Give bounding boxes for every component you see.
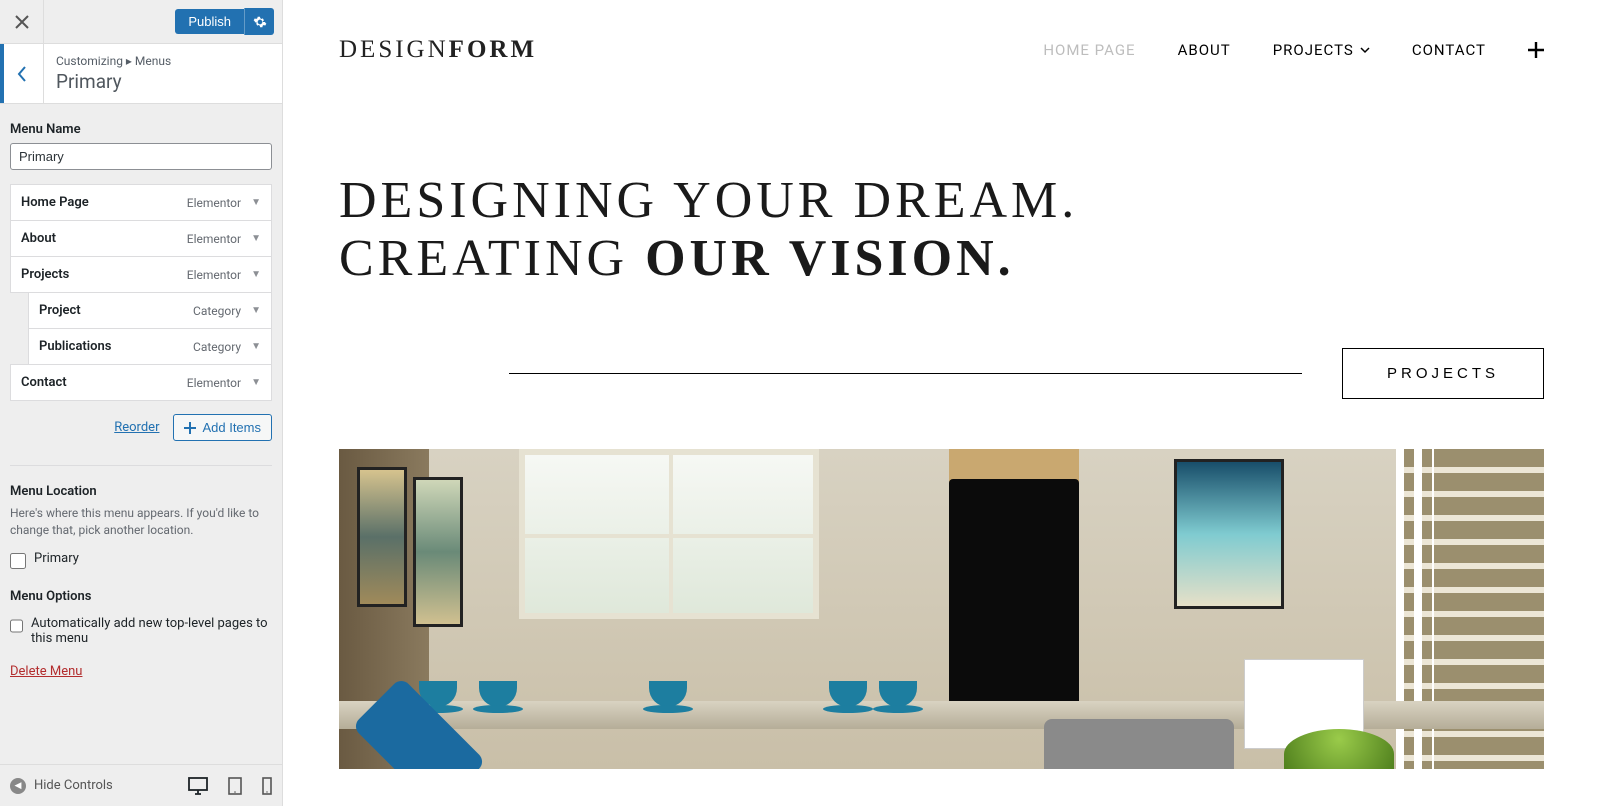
chevron-down-icon[interactable]: ▼ xyxy=(251,233,261,244)
panel-header: Customizing ▸ Menus Primary xyxy=(0,44,282,104)
hero-divider-row: PROJECTS xyxy=(319,318,1564,449)
menu-options-heading: Menu Options xyxy=(10,589,272,604)
menu-item-type: Elementor xyxy=(187,268,241,282)
menu-item[interactable]: About Elementor ▼ xyxy=(10,220,272,257)
device-tablet-button[interactable] xyxy=(228,777,242,795)
panel-body: Menu Name Home Page Elementor ▼ About Elemen… xyxy=(0,104,282,764)
menu-item-type: Elementor xyxy=(187,196,241,210)
menu-location-desc: Here's where this menu appears. If you'd… xyxy=(10,505,272,539)
hero-section: DESIGNING YOUR DREAM. CREATING OUR VISIO… xyxy=(319,92,1564,318)
customizer-sidebar: Publish Customizing ▸ Menus Primary Menu… xyxy=(0,0,283,806)
menu-name-label: Menu Name xyxy=(10,122,272,137)
chevron-down-icon xyxy=(1360,47,1370,54)
menu-item-label: Publications xyxy=(39,339,111,354)
device-desktop-button[interactable] xyxy=(188,777,208,795)
menu-item-label: Project xyxy=(39,303,81,318)
menu-item[interactable]: Project Category ▼ xyxy=(28,292,272,329)
site-header: DESIGNFORM HOME PAGE ABOUT PROJECTS CONT… xyxy=(319,0,1564,92)
chevron-down-icon[interactable]: ▼ xyxy=(251,197,261,208)
auto-add-checkbox[interactable] xyxy=(10,618,23,634)
nav-home[interactable]: HOME PAGE xyxy=(1043,41,1135,59)
plus-icon xyxy=(1528,42,1544,58)
menu-item[interactable]: Home Page Elementor ▼ xyxy=(10,184,272,221)
chevron-left-icon xyxy=(17,66,27,82)
hero-heading: DESIGNING YOUR DREAM. CREATING OUR VISIO… xyxy=(339,172,1544,288)
menu-item-label: Contact xyxy=(21,375,67,390)
publish-button[interactable]: Publish xyxy=(175,9,244,34)
location-primary-row[interactable]: Primary xyxy=(10,551,272,569)
hide-controls-button[interactable]: ◀ Hide Controls xyxy=(10,778,113,794)
nav-about[interactable]: ABOUT xyxy=(1178,41,1231,59)
close-button[interactable] xyxy=(0,0,44,44)
site-preview[interactable]: DESIGNFORM HOME PAGE ABOUT PROJECTS CONT… xyxy=(283,0,1600,806)
tablet-icon xyxy=(228,777,242,795)
projects-cta-button[interactable]: PROJECTS xyxy=(1342,348,1544,399)
menu-item[interactable]: Publications Category ▼ xyxy=(28,328,272,365)
auto-add-label: Automatically add new top-level pages to… xyxy=(31,616,272,646)
menu-item[interactable]: Contact Elementor ▼ xyxy=(10,364,272,401)
menu-item-label: About xyxy=(21,231,56,246)
device-mobile-button[interactable] xyxy=(262,777,272,795)
site-logo[interactable]: DESIGNFORM xyxy=(339,36,537,64)
delete-menu-link[interactable]: Delete Menu xyxy=(10,664,82,679)
collapse-icon: ◀ xyxy=(10,778,26,794)
location-primary-checkbox[interactable] xyxy=(10,553,26,569)
add-items-label: Add Items xyxy=(202,420,261,435)
close-icon xyxy=(15,15,29,29)
breadcrumb: Customizing ▸ Menus xyxy=(56,54,270,68)
menu-item[interactable]: Projects Elementor ▼ xyxy=(10,256,272,293)
plus-icon xyxy=(184,422,196,434)
menu-item-type: Elementor xyxy=(187,232,241,246)
primary-nav: HOME PAGE ABOUT PROJECTS CONTACT xyxy=(1043,41,1544,59)
sidebar-footer: ◀ Hide Controls xyxy=(0,764,282,806)
gear-icon xyxy=(253,15,267,29)
back-button[interactable] xyxy=(0,44,44,103)
menu-item-type: Category xyxy=(193,304,241,318)
divider-line xyxy=(509,373,1302,374)
nav-contact[interactable]: CONTACT xyxy=(1412,41,1486,59)
menu-items-list: Home PageElementor▼AboutElementor▼Projec… xyxy=(10,184,272,401)
menu-location-heading: Menu Location xyxy=(10,484,272,499)
hero-image xyxy=(339,449,1544,769)
chevron-down-icon[interactable]: ▼ xyxy=(251,377,261,388)
menu-item-type: Category xyxy=(193,340,241,354)
menu-item-label: Projects xyxy=(21,267,69,282)
reorder-link[interactable]: Reorder xyxy=(114,420,159,435)
auto-add-row[interactable]: Automatically add new top-level pages to… xyxy=(10,616,272,646)
menu-name-input[interactable] xyxy=(10,143,272,170)
chevron-down-icon[interactable]: ▼ xyxy=(251,305,261,316)
sidebar-top-bar: Publish xyxy=(0,0,282,44)
nav-extra-button[interactable] xyxy=(1528,42,1544,58)
add-items-button[interactable]: Add Items xyxy=(173,414,272,441)
menu-item-type: Elementor xyxy=(187,376,241,390)
nav-projects[interactable]: PROJECTS xyxy=(1273,41,1370,59)
location-primary-label: Primary xyxy=(34,551,79,566)
mobile-icon xyxy=(262,777,272,795)
publish-settings-button[interactable] xyxy=(244,8,274,35)
chevron-down-icon[interactable]: ▼ xyxy=(251,269,261,280)
desktop-icon xyxy=(188,777,208,795)
menu-item-label: Home Page xyxy=(21,195,89,210)
chevron-down-icon[interactable]: ▼ xyxy=(251,341,261,352)
panel-title: Primary xyxy=(56,70,270,93)
